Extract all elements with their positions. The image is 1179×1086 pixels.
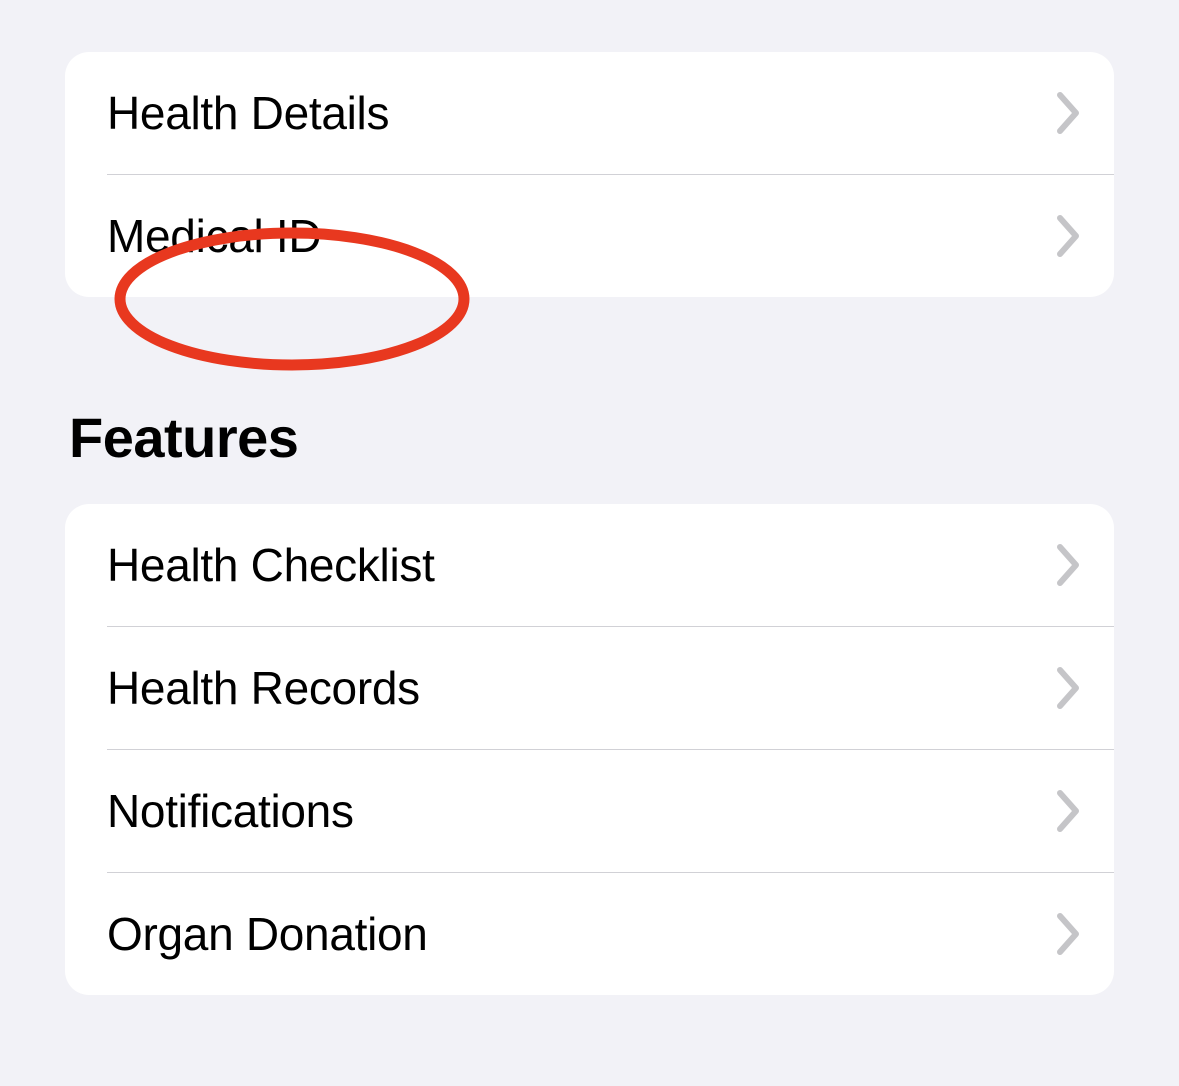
row-label-health-checklist: Health Checklist	[107, 538, 435, 592]
health-profile-group: Health Details Medical ID	[65, 52, 1114, 297]
row-health-records[interactable]: Health Records	[65, 627, 1114, 749]
chevron-right-icon	[1056, 666, 1084, 710]
row-notifications[interactable]: Notifications	[65, 750, 1114, 872]
row-organ-donation[interactable]: Organ Donation	[65, 873, 1114, 995]
row-health-details[interactable]: Health Details	[65, 52, 1114, 174]
chevron-right-icon	[1056, 214, 1084, 258]
settings-page: Health Details Medical ID	[0, 0, 1179, 1035]
chevron-right-icon	[1056, 91, 1084, 135]
row-medical-id[interactable]: Medical ID	[65, 175, 1114, 297]
row-label-medical-id: Medical ID	[107, 209, 321, 263]
row-label-notifications: Notifications	[107, 784, 354, 838]
chevron-right-icon	[1056, 789, 1084, 833]
row-label-organ-donation: Organ Donation	[107, 907, 428, 961]
section-header-features: Features	[69, 405, 1114, 470]
row-label-health-records: Health Records	[107, 661, 420, 715]
chevron-right-icon	[1056, 543, 1084, 587]
top-group-wrap: Health Details Medical ID	[65, 52, 1114, 297]
features-group: Health Checklist Health Records Notifica…	[65, 504, 1114, 995]
row-health-checklist[interactable]: Health Checklist	[65, 504, 1114, 626]
chevron-right-icon	[1056, 912, 1084, 956]
row-label-health-details: Health Details	[107, 86, 389, 140]
